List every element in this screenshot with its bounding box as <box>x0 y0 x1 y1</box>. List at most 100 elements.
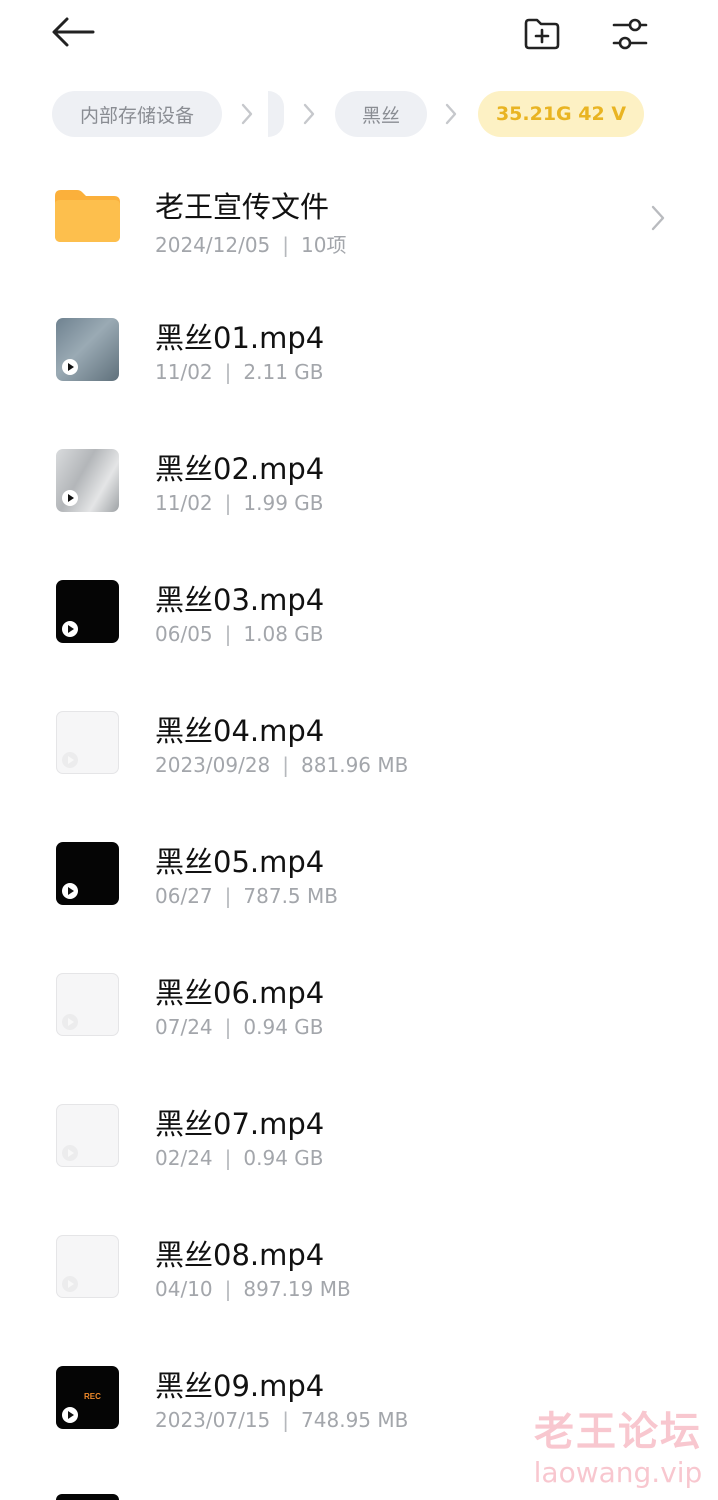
file-date: 2023/09/28 <box>155 753 271 777</box>
meta-separator: | <box>282 753 290 777</box>
list-item-video[interactable]: 黑丝07.mp4 02/24 | 0.94 GB <box>0 1067 718 1198</box>
file-size: 897.19 MB <box>243 1277 351 1301</box>
file-meta: 2023/07/15 | 748.95 MB <box>155 1408 408 1432</box>
file-date: 04/10 <box>155 1277 213 1301</box>
file-size: 0.94 GB <box>243 1015 324 1039</box>
file-meta: 2023/09/28 | 881.96 MB <box>155 753 408 777</box>
file-date: 2023/07/15 <box>155 1408 271 1432</box>
play-icon <box>62 752 78 768</box>
filter-button[interactable] <box>608 12 652 56</box>
file-date: 11/02 <box>155 491 213 515</box>
play-icon <box>62 1407 78 1423</box>
video-thumbnail <box>56 973 119 1036</box>
arrow-left-icon <box>52 17 95 47</box>
file-meta: 2024/12/05 | 10项 <box>155 229 346 258</box>
video-thumbnail <box>56 580 119 643</box>
file-date: 06/05 <box>155 622 213 646</box>
meta-separator: | <box>224 622 232 646</box>
file-name: 黑丝01.mp4 <box>155 321 325 355</box>
play-icon <box>62 621 78 637</box>
new-folder-button[interactable] <box>520 12 564 56</box>
video-thumbnail-partial <box>56 1494 119 1500</box>
file-meta: 06/27 | 787.5 MB <box>155 884 338 908</box>
video-thumbnail <box>56 1235 119 1298</box>
sliders-icon <box>612 18 648 50</box>
list-item-video[interactable]: 黑丝06.mp4 07/24 | 0.94 GB <box>0 936 718 1067</box>
play-icon <box>62 359 78 375</box>
file-size: 748.95 MB <box>301 1408 409 1432</box>
file-date: 06/27 <box>155 884 213 908</box>
rec-label: REC <box>84 1392 101 1401</box>
chevron-right-icon <box>445 103 457 125</box>
chevron-right-icon <box>241 103 253 125</box>
file-meta: 11/02 | 2.11 GB <box>155 360 324 384</box>
meta-separator: | <box>224 1277 232 1301</box>
file-size: 1.99 GB <box>243 491 324 515</box>
folder-icon <box>55 190 120 242</box>
breadcrumb-root[interactable]: 内部存储设备 <box>52 91 222 137</box>
meta-separator: | <box>282 1408 290 1432</box>
meta-separator: | <box>224 1015 232 1039</box>
file-meta: 06/05 | 1.08 GB <box>155 622 324 646</box>
file-size: 0.94 GB <box>243 1146 324 1170</box>
watermark: 老王论坛 laowang.vip <box>528 1408 708 1490</box>
file-date: 2024/12/05 <box>155 233 271 257</box>
play-icon <box>62 1145 78 1161</box>
file-meta: 11/02 | 1.99 GB <box>155 491 324 515</box>
file-manager-screen: 内部存储设备 黑丝 35.21G 42 V 老王宣传文件 2024/12/05 |… <box>0 0 718 1500</box>
file-name: 黑丝08.mp4 <box>155 1238 325 1272</box>
file-date: 07/24 <box>155 1015 213 1039</box>
file-name: 黑丝04.mp4 <box>155 714 325 748</box>
file-size: 2.11 GB <box>243 360 324 384</box>
chevron-right-icon <box>303 103 315 125</box>
file-name: 老王宣传文件 <box>155 190 330 224</box>
meta-separator: | <box>224 884 232 908</box>
meta-separator: | <box>224 1146 232 1170</box>
file-date: 11/02 <box>155 360 213 384</box>
play-icon <box>62 1276 78 1292</box>
video-thumbnail <box>56 711 119 774</box>
breadcrumb-collapsed-segment[interactable] <box>268 91 284 137</box>
video-thumbnail: REC <box>56 1366 119 1429</box>
list-item-video[interactable]: 黑丝08.mp4 04/10 | 897.19 MB <box>0 1198 718 1329</box>
video-thumbnail <box>56 842 119 905</box>
file-meta: 02/24 | 0.94 GB <box>155 1146 324 1170</box>
meta-separator: | <box>224 360 232 384</box>
file-size: 1.08 GB <box>243 622 324 646</box>
list-item-video[interactable]: 黑丝04.mp4 2023/09/28 | 881.96 MB <box>0 674 718 805</box>
breadcrumb: 内部存储设备 黑丝 35.21G 42 V <box>0 88 718 140</box>
back-button[interactable] <box>48 10 98 54</box>
file-item-count: 10项 <box>301 233 347 257</box>
list-item-video[interactable]: 黑丝03.mp4 06/05 | 1.08 GB <box>0 543 718 674</box>
file-name: 黑丝02.mp4 <box>155 452 325 486</box>
file-name: 黑丝09.mp4 <box>155 1369 325 1403</box>
file-date: 02/24 <box>155 1146 213 1170</box>
file-name: 黑丝07.mp4 <box>155 1107 325 1141</box>
file-name: 黑丝06.mp4 <box>155 976 325 1010</box>
chevron-right-icon <box>651 205 665 231</box>
list-item-folder[interactable]: 老王宣传文件 2024/12/05 | 10项 <box>0 150 718 281</box>
play-icon <box>62 883 78 899</box>
play-icon <box>62 490 78 506</box>
video-thumbnail <box>56 318 119 381</box>
meta-separator: | <box>224 491 232 515</box>
watermark-title: 老王论坛 <box>534 1409 702 1455</box>
meta-separator: | <box>282 233 290 257</box>
file-size: 881.96 MB <box>301 753 409 777</box>
breadcrumb-folder[interactable]: 黑丝 <box>335 91 427 137</box>
file-meta: 04/10 | 897.19 MB <box>155 1277 351 1301</box>
file-name: 黑丝05.mp4 <box>155 845 325 879</box>
list-item-video[interactable]: 黑丝02.mp4 11/02 | 1.99 GB <box>0 412 718 543</box>
play-icon <box>62 1014 78 1030</box>
folder-plus-icon <box>524 18 560 50</box>
breadcrumb-current[interactable]: 35.21G 42 V <box>478 91 644 137</box>
list-item-video[interactable]: 黑丝01.mp4 11/02 | 2.11 GB <box>0 281 718 412</box>
list-item-video[interactable]: 黑丝05.mp4 06/27 | 787.5 MB <box>0 805 718 936</box>
file-name: 黑丝03.mp4 <box>155 583 325 617</box>
file-size: 787.5 MB <box>243 884 338 908</box>
top-bar <box>0 0 718 70</box>
watermark-url: laowang.vip <box>533 1456 703 1489</box>
file-meta: 07/24 | 0.94 GB <box>155 1015 324 1039</box>
video-thumbnail <box>56 1104 119 1167</box>
video-thumbnail <box>56 449 119 512</box>
